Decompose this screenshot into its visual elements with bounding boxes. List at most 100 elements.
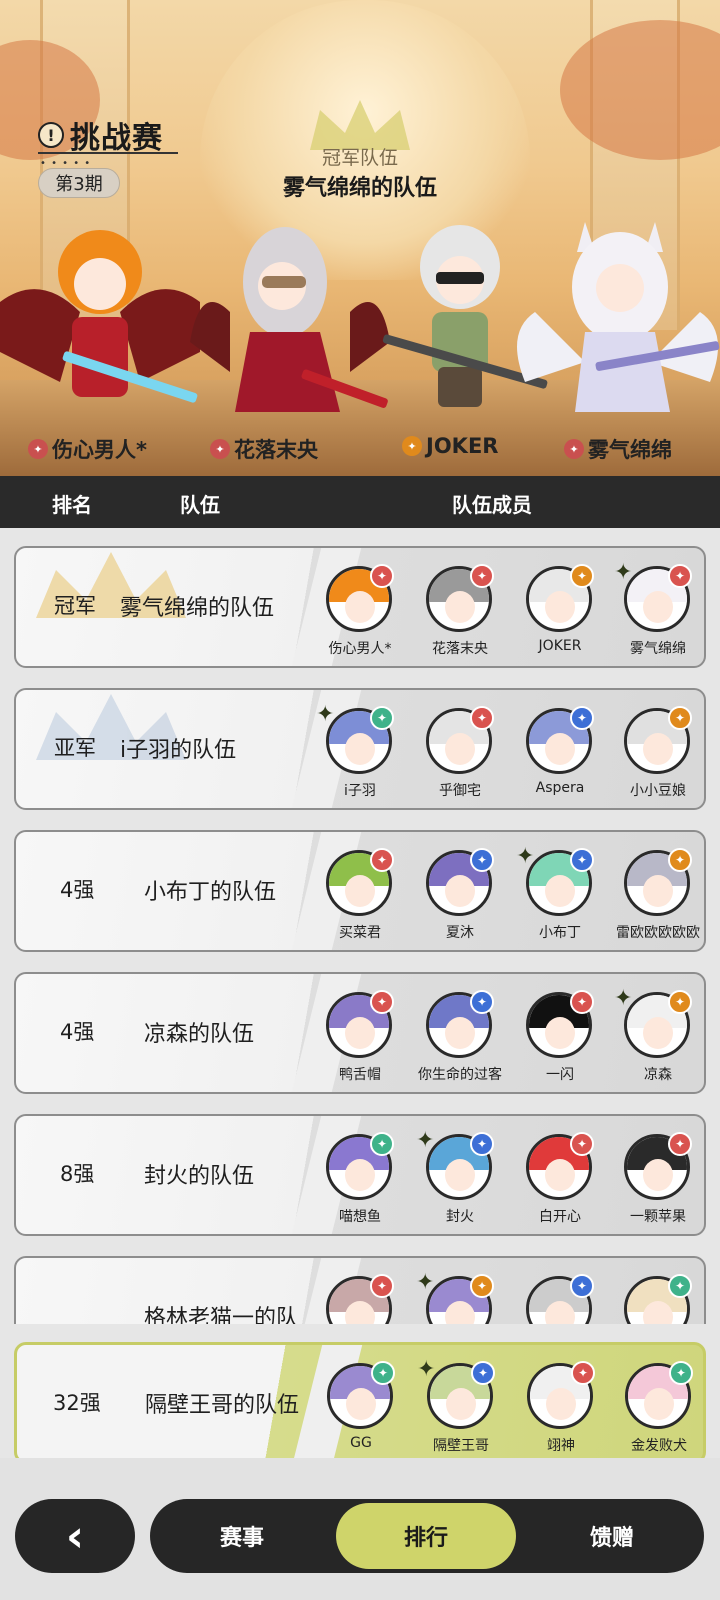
team-member[interactable]: ✦ 花落末央: [414, 564, 506, 662]
team-member[interactable]: ✦ ✦ 小布丁: [514, 844, 606, 946]
autumn-tree: [560, 20, 720, 160]
member-name: 一颗苹果: [630, 1209, 686, 1225]
leader-star-icon: ✦: [416, 1270, 435, 1295]
tab-gifts[interactable]: 馈赠: [520, 1499, 704, 1573]
header-team: 队伍: [180, 493, 220, 517]
avatar-face: [545, 733, 575, 765]
class-badge-icon: ✦: [470, 1132, 494, 1156]
member-name: 小布丁: [539, 925, 581, 941]
team-member[interactable]: ✦ ✦ i子羽: [314, 702, 406, 804]
team-member[interactable]: ✦ 一闪: [514, 990, 606, 1088]
avatar-face: [445, 1159, 475, 1191]
tab-ranking[interactable]: 排行: [336, 1503, 516, 1569]
leader-star-icon: ✦: [516, 844, 535, 869]
hero-character-1[interactable]: [0, 212, 200, 422]
team-row[interactable]: 冠军 雾气绵绵的队伍 ✦ 伤心男人* ✦ 花落末央 ✦ JOKER ✦ ✦ 雾气绵绵: [14, 546, 706, 668]
class-badge-icon: ✦: [668, 1274, 692, 1298]
avatar-face: [346, 1388, 376, 1420]
team-member[interactable]: ✦ Aspera: [514, 706, 606, 804]
team-member[interactable]: ✦ 伤心男人*: [314, 564, 406, 662]
team-member[interactable]: ✦ ✦: [414, 1270, 506, 1324]
member-name: 小小豆娘: [630, 783, 686, 799]
team-member[interactable]: ✦: [514, 1274, 606, 1324]
avatar-face: [643, 1017, 673, 1049]
class-badge-icon: ✦: [470, 706, 494, 730]
class-badge-icon: ✦: [370, 706, 394, 730]
row-team-name: 隔壁王哥的队伍: [145, 1393, 300, 1418]
avatar-face: [545, 1017, 575, 1049]
team-member[interactable]: ✦ 小小豆娘: [612, 706, 704, 804]
team-member[interactable]: ✦ ✦ 封火: [414, 1128, 506, 1230]
row-rank: 8强: [60, 1162, 95, 1186]
my-team-row[interactable]: 32强 隔壁王哥的队伍 ✦ GG ✦ ✦ 隔壁王哥 ✦ 翊神 ✦ 金发败犬: [14, 1342, 706, 1464]
avatar-face: [446, 1388, 476, 1420]
class-badge-icon: ✦: [570, 1274, 594, 1298]
avatar-face: [545, 591, 575, 623]
avatar-face: [546, 1388, 576, 1420]
hero-character-2[interactable]: [190, 212, 390, 422]
team-member[interactable]: ✦ 白开心: [514, 1132, 606, 1230]
team-member[interactable]: ✦ ✦ 隔壁王哥: [415, 1357, 507, 1459]
chevron-left-icon: ‹: [65, 1510, 85, 1562]
row-rank: 亚军: [54, 736, 96, 760]
hero-character-name: ✦ 雾气绵绵: [564, 434, 672, 464]
member-name: i子羽: [344, 783, 376, 799]
hero-character-name: ✦ 伤心男人*: [28, 434, 147, 464]
row-team-name: 小布丁的队伍: [144, 880, 277, 905]
back-button[interactable]: ‹: [15, 1499, 135, 1573]
team-member[interactable]: ✦ 雷欧欧欧欧欧: [612, 848, 704, 946]
team-row[interactable]: 8强 封火的队伍 ✦ 喵想鱼 ✦ ✦ 封火 ✦ 白开心 ✦ 一颗苹果: [14, 1114, 706, 1236]
team-member[interactable]: ✦ 一颗苹果: [612, 1132, 704, 1230]
avatar-face: [445, 1017, 475, 1049]
member-name: 夏沐: [446, 925, 474, 941]
team-member[interactable]: ✦ 金发败犬: [613, 1361, 703, 1459]
team-member[interactable]: ✦ GG: [315, 1361, 407, 1459]
class-badge-icon: ✦: [570, 848, 594, 872]
member-name: 凉森: [644, 1067, 672, 1083]
team-member[interactable]: ✦ ✦ 雾气绵绵: [612, 560, 704, 662]
page-title: ! 挑战赛: [38, 113, 163, 157]
team-member[interactable]: ✦ ✦ 凉森: [612, 986, 704, 1088]
class-badge-icon: ✦: [470, 990, 494, 1014]
team-row[interactable]: 格林老猫一的队 ✦ ✦ ✦ ✦ ✦: [14, 1256, 706, 1324]
team-member[interactable]: ✦: [612, 1274, 704, 1324]
header-members: 队伍成员: [452, 493, 532, 517]
avatar-face: [445, 733, 475, 765]
member-name: 雷欧欧欧欧欧: [616, 925, 700, 941]
member-name: GG: [350, 1435, 372, 1451]
class-badge-icon: ✦: [370, 990, 394, 1014]
team-row[interactable]: 4强 小布丁的队伍 ✦ 买菜君 ✦ 夏沐 ✦ ✦ 小布丁 ✦ 雷欧欧欧欧欧: [14, 830, 706, 952]
hero-character-name: ✦ JOKER: [402, 434, 498, 458]
period-badge[interactable]: 第3期: [38, 168, 120, 198]
team-member[interactable]: ✦ 买菜君: [314, 848, 406, 946]
member-name: 翊神: [547, 1438, 575, 1454]
leader-star-icon: ✦: [416, 1128, 435, 1153]
class-badge-icon: ✦: [570, 1132, 594, 1156]
champion-label: 冠军队伍: [321, 147, 398, 169]
member-name: 隔壁王哥: [433, 1438, 489, 1454]
alert-icon: !: [38, 122, 64, 148]
avatar-face: [345, 733, 375, 765]
team-member[interactable]: ✦ JOKER: [514, 564, 606, 662]
team-member[interactable]: ✦ 你生命的过客: [414, 990, 506, 1088]
team-member[interactable]: ✦ 乎御宅: [414, 706, 506, 804]
warrior-class-icon: ✦: [28, 439, 48, 459]
team-member[interactable]: ✦: [314, 1274, 406, 1324]
team-member[interactable]: ✦ 翊神: [515, 1361, 607, 1459]
row-team-name: 格林老猫一的队: [144, 1306, 299, 1324]
class-badge-icon: ✦: [471, 1361, 495, 1385]
team-row[interactable]: 亚军 i子羽的队伍 ✦ ✦ i子羽 ✦ 乎御宅 ✦ Aspera ✦ 小小豆娘: [14, 688, 706, 810]
class-badge-icon: ✦: [668, 564, 692, 588]
hero-character-name: ✦ 花落末央: [210, 434, 318, 464]
team-member[interactable]: ✦ 夏沐: [414, 848, 506, 946]
tab-events[interactable]: 赛事: [150, 1499, 334, 1573]
team-member[interactable]: ✦ 鸭舌帽: [314, 990, 406, 1088]
class-badge-icon: ✦: [370, 1132, 394, 1156]
team-row[interactable]: 4强 凉森的队伍 ✦ 鸭舌帽 ✦ 你生命的过客 ✦ 一闪 ✦ ✦ 凉森: [14, 972, 706, 1094]
ranking-list[interactable]: 冠军 雾气绵绵的队伍 ✦ 伤心男人* ✦ 花落末央 ✦ JOKER ✦ ✦ 雾气绵绵 亚军 i子羽的队伍…: [0, 528, 720, 1324]
title-text: 挑战赛: [70, 121, 163, 156]
row-rank: 冠军: [54, 594, 96, 618]
member-name: 雾气绵绵: [630, 641, 686, 657]
hero-character-4[interactable]: [515, 212, 720, 422]
team-member[interactable]: ✦ 喵想鱼: [314, 1132, 406, 1230]
